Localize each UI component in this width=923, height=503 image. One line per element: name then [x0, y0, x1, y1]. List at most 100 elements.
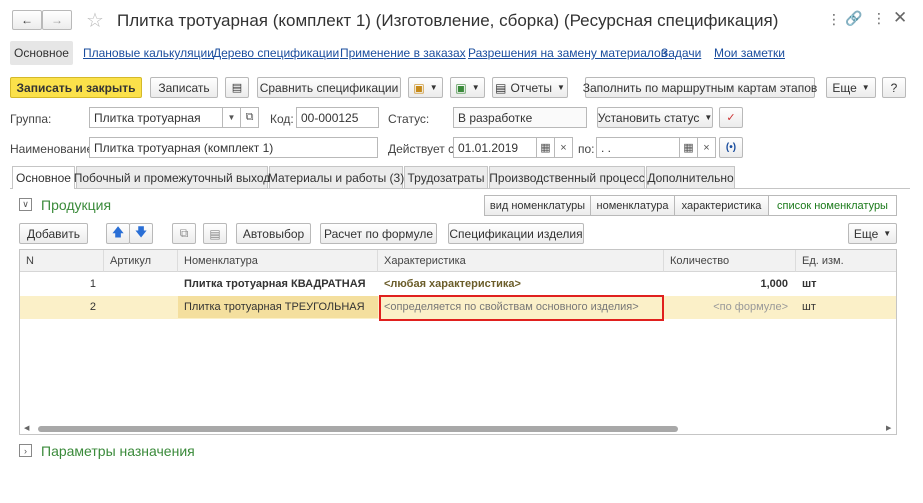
clear-icon: × — [703, 141, 710, 154]
group-open-button[interactable]: ⧉ — [240, 107, 259, 128]
arrow-up-icon: 🡅 — [111, 225, 125, 239]
nav-tab-usage-orders[interactable]: Применение в заказах — [340, 46, 466, 60]
nav-tab-notes[interactable]: Мои заметки — [714, 46, 785, 60]
create-based-button[interactable]: ▣ ▼ — [408, 77, 443, 98]
row-item[interactable]: Плитка тротуарная КВАДРАТНАЯ — [178, 273, 378, 295]
window-menu-icon[interactable]: ⋮ — [827, 11, 841, 28]
arrow-right-icon: → — [51, 13, 63, 27]
row-unit[interactable]: шт — [796, 296, 896, 318]
nav-tab-tasks[interactable]: Задачи — [661, 46, 701, 60]
valid-to-label: по: — [578, 142, 595, 156]
view-kind-button[interactable]: вид номенклатуры — [484, 195, 591, 216]
reports-button[interactable]: ▤ Отчеты ▼ — [492, 77, 568, 98]
fill-by-routes-button[interactable]: Заполнить по маршрутным картам этапов — [583, 77, 817, 98]
clear-from-button[interactable]: × — [554, 137, 573, 158]
group-dropdown-button[interactable]: ▼ — [222, 107, 241, 128]
back-button[interactable]: ← — [12, 10, 42, 30]
more-button[interactable]: Еще ▼ — [826, 77, 876, 98]
view-list-button[interactable]: список номенклатуры — [768, 195, 897, 216]
horizontal-scrollbar[interactable] — [38, 426, 678, 432]
tab-materials[interactable]: Материалы и работы (3) — [268, 166, 404, 188]
add-button[interactable]: Добавить — [19, 223, 88, 244]
window-title: Плитка тротуарная (комплект 1) (Изготовл… — [117, 11, 779, 30]
status-label: Статус: — [388, 112, 430, 126]
col-header-qty[interactable]: Количество — [664, 250, 796, 272]
view-item-button[interactable]: номенклатура — [590, 195, 675, 216]
link-icon[interactable]: 🔗 — [845, 10, 862, 27]
tab-byproducts[interactable]: Побочный и промежуточный выход — [74, 166, 270, 188]
view-characteristic-button[interactable]: характеристика — [674, 195, 769, 216]
scroll-left-arrow[interactable]: ◀ — [24, 424, 29, 432]
open-icon: ⧉ — [245, 111, 254, 123]
calendar-icon: ▦ — [540, 142, 551, 154]
name-field[interactable]: Плитка тротуарная (комплект 1) — [89, 137, 378, 158]
scroll-right-arrow[interactable]: ▶ — [886, 424, 891, 432]
nav-tab-spec-tree[interactable]: Дерево спецификации — [213, 46, 339, 60]
row-item[interactable]: Плитка тротуарная ТРЕУГОЛЬНАЯ — [178, 296, 378, 318]
products-section-title: Продукция — [41, 197, 112, 213]
forward-button[interactable]: → — [42, 10, 72, 30]
code-label: Код: — [270, 112, 294, 126]
chevron-down-icon: ▼ — [556, 83, 565, 92]
clear-to-button[interactable]: × — [697, 137, 716, 158]
copy-button[interactable]: ⧉ — [172, 223, 196, 244]
tab-additional[interactable]: Дополнительно — [646, 166, 735, 188]
col-header-n[interactable]: N — [20, 250, 104, 272]
products-collapse-toggle[interactable]: ∨ — [19, 198, 32, 211]
compare-specs-button[interactable]: Сравнить спецификации — [257, 77, 401, 98]
row-article — [104, 296, 178, 318]
col-header-unit[interactable]: Ед. изм. — [796, 250, 896, 272]
nav-tab-replacements[interactable]: Разрешения на замену материалов — [468, 46, 667, 60]
move-up-button[interactable]: 🡅 — [106, 223, 130, 244]
col-header-item[interactable]: Номенклатура — [178, 250, 378, 272]
col-header-article[interactable]: Артикул — [104, 250, 178, 272]
arrow-down-icon: 🡇 — [134, 225, 148, 239]
document-icon-button[interactable]: ▤ — [225, 77, 249, 98]
row-unit[interactable]: шт — [796, 273, 896, 295]
periodic-button[interactable]: (•) — [719, 137, 743, 158]
row-qty[interactable]: 1,000 — [664, 273, 796, 295]
code-field[interactable]: 00-000125 — [296, 107, 379, 128]
tab-production-process[interactable]: Производственный процесс — [489, 166, 645, 188]
calc-formula-button[interactable]: Расчет по формуле — [320, 223, 437, 244]
menu-icon[interactable]: ⋮ — [872, 10, 886, 27]
name-label: Наименование: — [10, 142, 97, 156]
paste-button[interactable]: ▤ — [203, 223, 227, 244]
tab-main[interactable]: Основное — [12, 166, 75, 189]
row-qty[interactable]: <по формуле> — [664, 296, 796, 318]
close-icon[interactable]: ✕ — [893, 8, 907, 28]
paste-icon: ▤ — [209, 226, 221, 241]
tab-labor[interactable]: Трудозатраты — [404, 166, 488, 188]
products-more-button[interactable]: Еще ▼ — [848, 223, 897, 244]
save-button[interactable]: Записать — [150, 77, 218, 98]
help-button[interactable]: ? — [882, 77, 906, 98]
valid-from-field[interactable]: 01.01.2019 — [453, 137, 537, 158]
nav-tab-plan-calc[interactable]: Плановые калькуляции — [83, 46, 214, 60]
chevron-down-icon: ▼ — [861, 83, 870, 92]
col-header-characteristic[interactable]: Характеристика — [378, 250, 664, 272]
move-down-button[interactable]: 🡇 — [129, 223, 153, 244]
params-section-title[interactable]: Параметры назначения — [41, 443, 195, 459]
clear-icon: × — [560, 141, 567, 154]
nav-tab-main[interactable]: Основное — [10, 41, 73, 65]
star-icon[interactable]: ☆ — [86, 8, 104, 33]
row-characteristic[interactable]: <любая характеристика> — [378, 273, 664, 295]
set-status-button[interactable]: Установить статус ▼ — [597, 107, 713, 128]
params-expand-toggle[interactable]: › — [19, 444, 32, 457]
related-docs-button[interactable]: ▣ ▼ — [450, 77, 485, 98]
chevron-down-icon: ▼ — [429, 83, 438, 92]
chevron-down-icon: ▼ — [471, 83, 480, 92]
item-specs-button[interactable]: Спецификации изделия — [448, 223, 584, 244]
related-docs-icon: ▣ — [455, 80, 467, 95]
valid-to-field[interactable]: . . — [596, 137, 680, 158]
create-based-icon: ▣ — [413, 80, 425, 95]
row-article — [104, 273, 178, 295]
group-field[interactable]: Плитка тротуарная — [89, 107, 223, 128]
calendar-from-button[interactable]: ▦ — [536, 137, 555, 158]
autoselect-button[interactable]: Автовыбор — [236, 223, 311, 244]
copy-icon: ⧉ — [179, 226, 189, 240]
chevron-down-icon: ▼ — [704, 113, 713, 122]
save-close-button[interactable]: Записать и закрыть — [10, 77, 142, 98]
calendar-to-button[interactable]: ▦ — [679, 137, 698, 158]
approve-button[interactable]: ✓ — [719, 107, 743, 128]
